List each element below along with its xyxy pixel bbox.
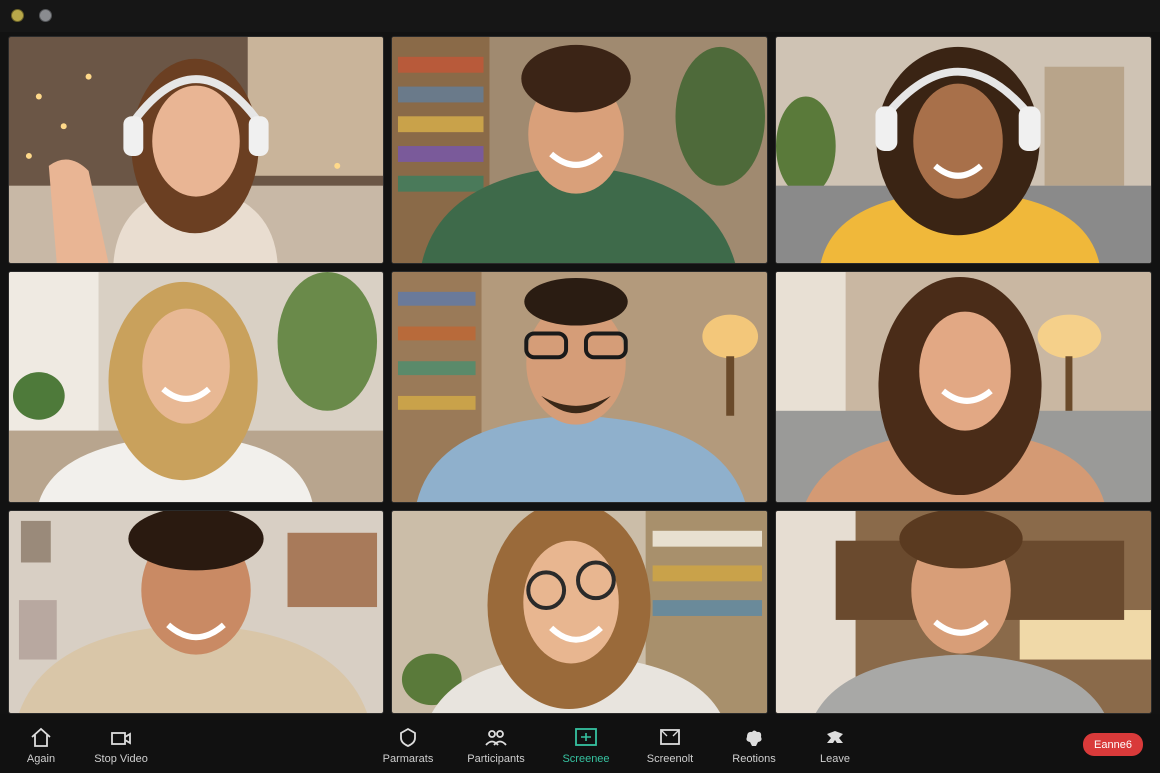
stop-video-button[interactable]: Stop Video [81,726,161,770]
security-icon [400,727,416,747]
participant-tile-8[interactable] [391,510,768,714]
reactions-label: Reotions [732,753,776,765]
screenshot-label: Screenolt [646,753,694,765]
again-label: Again [26,753,56,765]
participant-video-feed [392,511,767,713]
participants-icon [485,730,507,746]
participant-tile-1[interactable] [8,36,384,264]
close-dot[interactable] [39,9,52,22]
window-titlebar [0,0,1160,32]
video-camera-icon [111,732,131,745]
participant-video-feed [776,37,1151,263]
participant-tile-7[interactable] [8,510,384,714]
minimize-dot[interactable] [11,9,24,22]
screenshot-icon [660,729,680,745]
participant-tile-2[interactable] [391,36,768,264]
participant-video-feed [776,511,1151,713]
participant-tile-6[interactable] [775,271,1152,503]
leave-icon [827,731,843,743]
leave-button[interactable]: Leave [795,726,875,770]
participant-video-feed [392,272,767,502]
stop-video-label: Stop Video [94,753,148,765]
video-grid [8,36,1152,714]
again-button[interactable]: Again [1,726,81,770]
share-screen-button[interactable]: Screenee [546,726,626,770]
leave-label: Leave [820,753,850,765]
reactions-button[interactable]: Reotions [714,726,794,770]
meeting-toolbar: Again Stop Video Parmarats Participants … [0,714,1160,773]
participant-video-feed [9,272,383,502]
participant-video-feed [776,272,1151,502]
participant-tile-5[interactable] [391,271,768,503]
participant-video-feed [392,37,767,263]
participants-label: Participants [467,753,525,765]
reactions-icon [746,730,762,746]
parmarats-label: Parmarats [382,753,434,765]
end-meeting-button[interactable]: Eanne6 [1083,733,1143,756]
participant-tile-9[interactable] [775,510,1152,714]
participant-video-feed [9,37,383,263]
participants-button[interactable]: Participants [456,726,536,770]
participant-tile-4[interactable] [8,271,384,503]
home-icon [31,727,51,747]
participant-video-feed [9,511,383,713]
share-screen-icon [575,728,597,746]
participant-tile-3[interactable] [775,36,1152,264]
parmarats-button[interactable]: Parmarats [368,726,448,770]
share-screen-label: Screenee [562,753,610,765]
screenshot-button[interactable]: Screenolt [630,726,710,770]
